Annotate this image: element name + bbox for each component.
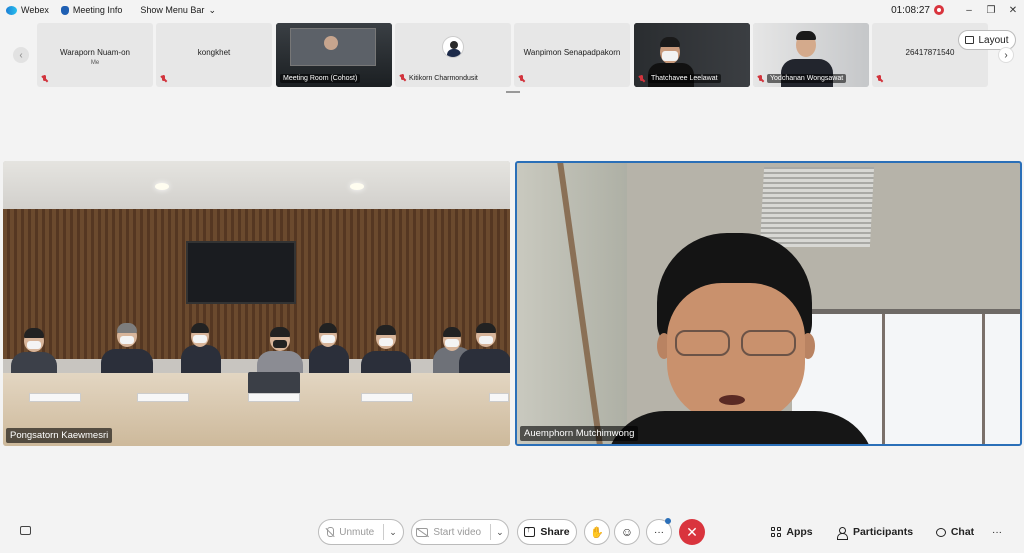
- strip-next-button[interactable]: ›: [998, 47, 1014, 63]
- video-tile-name: Auemphorn Mutchimwong: [520, 426, 639, 441]
- layout-icon: [965, 36, 975, 44]
- close-icon: ✕: [686, 523, 698, 540]
- resize-handle[interactable]: [506, 91, 520, 93]
- participant-name: Meeting Room (Cohost): [280, 74, 361, 83]
- participant-name: Kitikorn Charmondusit: [409, 74, 478, 82]
- participant-name: kongkhet: [197, 48, 231, 57]
- start-video-button[interactable]: Start video ⌄: [411, 519, 509, 545]
- participant-thumbnail[interactable]: Yodchanan Wongsawat: [753, 23, 869, 87]
- apps-label: Apps: [786, 526, 813, 538]
- room-wall: [517, 163, 627, 444]
- participants-icon: [836, 526, 848, 540]
- chat-bubble-icon: [935, 527, 946, 537]
- app-brand: Webex: [6, 5, 49, 15]
- share-button[interactable]: Share: [517, 519, 577, 545]
- participants-button[interactable]: Participants: [836, 519, 914, 545]
- close-icon[interactable]: ✕: [1002, 5, 1024, 16]
- recording-icon: [934, 5, 944, 15]
- chat-label: Chat: [950, 526, 975, 538]
- laptop: [248, 372, 300, 394]
- participant-thumbnail[interactable]: Thatchavee Leelawat: [634, 23, 750, 87]
- participant-thumbnail[interactable]: kongkhet: [156, 23, 272, 87]
- participant-name: Wanpimon Senapadpakorn: [523, 48, 621, 57]
- leave-meeting-button[interactable]: ✕: [679, 519, 705, 545]
- chevron-down-icon[interactable]: ⌄: [389, 527, 397, 538]
- more-icon: ···: [654, 526, 664, 538]
- mic-muted-icon: [757, 74, 764, 83]
- unmute-label: Unmute: [339, 526, 375, 538]
- show-menu-bar-button[interactable]: Show Menu Bar ⌄: [140, 5, 216, 15]
- apps-button[interactable]: Apps: [768, 519, 816, 545]
- chevron-right-icon: ›: [1004, 49, 1008, 61]
- strip-prev-button[interactable]: ‹: [13, 47, 29, 63]
- layout-label: Layout: [978, 34, 1009, 46]
- share-screen-icon: [524, 525, 536, 537]
- meeting-timer: 01:08:27: [891, 4, 930, 16]
- start-video-label: Start video: [433, 526, 482, 538]
- raise-hand-button[interactable]: ✋: [584, 519, 610, 545]
- show-menu-bar-label: Show Menu Bar: [140, 5, 205, 15]
- participant-thumbnail[interactable]: Meeting Room (Cohost): [276, 23, 392, 87]
- chevron-down-icon: ⌄: [208, 4, 216, 15]
- participants-label: Participants: [852, 526, 914, 538]
- chevron-left-icon: ‹: [19, 49, 23, 61]
- mic-muted-icon: [638, 74, 645, 83]
- room-ceiling: [3, 161, 510, 209]
- participant-name: Thatchavee Leelawat: [648, 74, 721, 83]
- mic-muted-icon: [518, 75, 525, 83]
- apps-grid-icon: [771, 527, 782, 537]
- video-tile-meeting-room[interactable]: Pongsatorn Kaewmesri: [3, 161, 510, 446]
- mic-muted-icon: [876, 75, 883, 83]
- mic-muted-icon: [160, 75, 167, 83]
- mic-off-icon: [325, 526, 335, 538]
- ceiling-vent: [759, 167, 875, 247]
- shield-info-icon: [60, 5, 69, 15]
- participant-name: Waraporn Nuam-on: [60, 48, 130, 57]
- video-tile-name: Pongsatorn Kaewmesri: [6, 428, 113, 443]
- participant-thumbnail[interactable]: Waraporn Nuam-on Me: [37, 23, 153, 87]
- video-tile-active-speaker[interactable]: Auemphorn Mutchimwong: [515, 161, 1022, 446]
- hand-icon: ✋: [590, 526, 604, 539]
- glasses: [667, 330, 805, 356]
- meeting-info-label: Meeting Info: [72, 5, 123, 15]
- smiley-icon: ☺: [620, 525, 634, 539]
- minimize-icon[interactable]: –: [958, 5, 980, 16]
- avatar: [442, 36, 464, 58]
- self-indicator: Me: [90, 60, 100, 66]
- unmute-button[interactable]: Unmute ⌄: [318, 519, 404, 545]
- more-options-button[interactable]: ···: [646, 518, 672, 545]
- ellipsis-icon: ···: [992, 526, 1002, 538]
- overflow-menu-button[interactable]: ···: [988, 519, 1006, 545]
- notification-dot: [665, 518, 671, 524]
- camera-off-icon: [416, 527, 429, 537]
- captions-icon[interactable]: [20, 526, 31, 535]
- meeting-info-button[interactable]: Meeting Info: [60, 5, 123, 15]
- chevron-down-icon[interactable]: ⌄: [496, 527, 504, 538]
- share-label: Share: [540, 526, 570, 538]
- participant-name: Yodchanan Wongsawat: [767, 74, 847, 83]
- mic-muted-icon: [399, 74, 406, 82]
- webex-logo-icon: [6, 5, 17, 15]
- mic-muted-icon: [41, 75, 48, 83]
- title-bar: Webex Meeting Info Show Menu Bar ⌄ 01:08…: [0, 0, 1024, 20]
- wall-tv: [186, 241, 296, 304]
- chat-button[interactable]: Chat: [934, 519, 976, 545]
- participant-thumbnail[interactable]: Kitikorn Charmondusit: [395, 23, 511, 87]
- app-name: Webex: [21, 5, 49, 15]
- participant-thumbnail[interactable]: Wanpimon Senapadpakorn: [514, 23, 630, 87]
- title-bar-right: 01:08:27 – ❐ ✕: [891, 0, 1024, 20]
- restore-icon[interactable]: ❐: [980, 5, 1002, 16]
- reactions-button[interactable]: ☺: [614, 519, 640, 545]
